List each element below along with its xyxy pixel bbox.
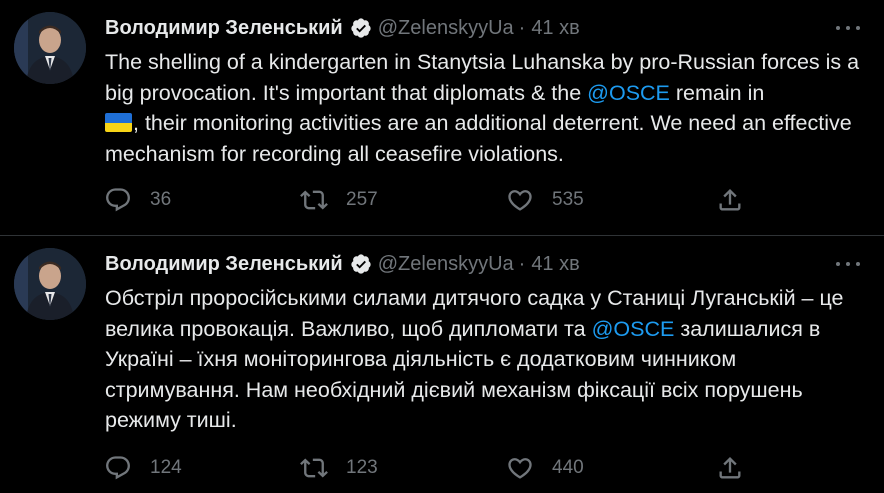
like-button[interactable]: 535 [506, 184, 584, 216]
reply-count: 36 [150, 189, 172, 210]
separator-dot: · [518, 17, 526, 39]
like-icon [508, 190, 532, 211]
like-count: 535 [552, 189, 584, 210]
author-handle[interactable]: @ZelenskyyUa [378, 14, 514, 42]
reply-icon [106, 188, 130, 212]
retweet-count: 123 [346, 457, 378, 478]
more-icon[interactable] [836, 254, 860, 274]
mention-link[interactable]: @OSCE [592, 317, 675, 341]
separator-dot: · [518, 253, 526, 275]
avatar[interactable] [14, 12, 86, 84]
like-button[interactable]: 440 [506, 452, 584, 484]
share-icon [719, 457, 741, 479]
share-icon [719, 189, 741, 211]
mention-link[interactable]: @OSCE [587, 81, 670, 105]
verified-badge-icon [350, 253, 372, 275]
reply-button[interactable]: 124 [104, 452, 182, 484]
tweet-actions: 36 257 535 [104, 184, 764, 216]
retweet-icon [300, 458, 328, 478]
share-button[interactable] [716, 184, 744, 216]
verified-badge-icon [350, 17, 372, 39]
reply-button[interactable]: 36 [104, 184, 171, 216]
ukraine-flag-icon [105, 113, 132, 132]
reply-count: 124 [150, 457, 182, 478]
author-handle[interactable]: @ZelenskyyUa [378, 250, 514, 278]
tweet-text: Обстріл проросійськими силами дитячого с… [105, 283, 865, 436]
author-name[interactable]: Володимир Зеленський [105, 250, 343, 278]
retweet-button[interactable]: 257 [300, 184, 378, 216]
tweet-header: Володимир Зеленський @ZelenskyyUa · 41 х… [105, 250, 580, 278]
more-icon[interactable] [836, 18, 860, 38]
like-count: 440 [552, 457, 584, 478]
timestamp[interactable]: 41 хв [531, 14, 579, 42]
tweet[interactable]: Володимир Зеленський @ZelenskyyUa · 41 х… [0, 236, 884, 493]
tweet[interactable]: Володимир Зеленський @ZelenskyyUa · 41 х… [0, 0, 884, 236]
tweet-text-part: remain in [669, 80, 765, 105]
retweet-count: 257 [346, 189, 378, 210]
tweet-text-part: , their monitoring activities are an add… [105, 111, 852, 166]
tweet-actions: 124 123 440 [104, 452, 764, 484]
retweet-button[interactable]: 123 [300, 452, 378, 484]
retweet-icon [300, 190, 328, 210]
reply-icon [106, 456, 130, 480]
like-icon [508, 458, 532, 479]
timestamp[interactable]: 41 хв [531, 250, 579, 278]
tweet-text: The shelling of a kindergarten in Stanyt… [105, 47, 865, 169]
share-button[interactable] [716, 452, 744, 484]
avatar[interactable] [14, 248, 86, 320]
author-name[interactable]: Володимир Зеленський [105, 14, 343, 42]
tweet-header: Володимир Зеленський @ZelenskyyUa · 41 х… [105, 14, 580, 42]
